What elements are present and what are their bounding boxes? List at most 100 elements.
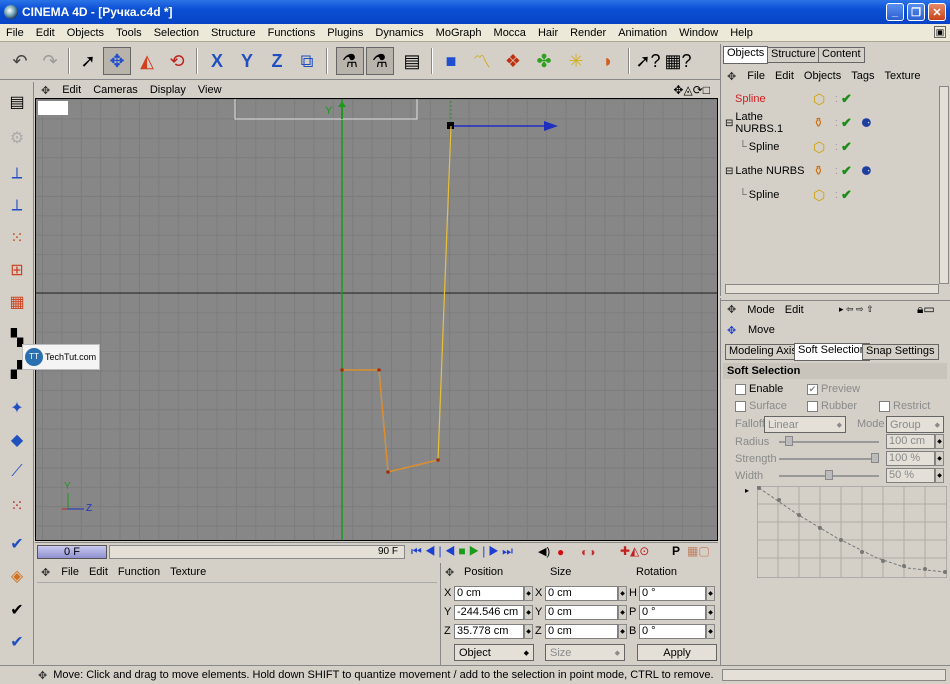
use-model-icon[interactable]: ⚙ (3, 124, 31, 152)
render-settings-icon[interactable]: ▤ (398, 47, 426, 75)
key-position-icon[interactable]: ✚◭⊙ (620, 544, 649, 558)
menu-hair[interactable]: Hair (532, 27, 564, 39)
coordinate-system-icon[interactable]: ⧉ (293, 47, 321, 75)
list-item[interactable]: Spline ⬡ ⁚ ✔ (735, 89, 935, 109)
tab-modeling-axis[interactable]: Modeling Axis (725, 344, 801, 360)
radius-spinner[interactable]: ◆ (935, 434, 944, 449)
menu-file[interactable]: File (0, 27, 30, 39)
enabled-check-icon[interactable]: ✔ (841, 139, 852, 155)
width-field[interactable]: 50 % (886, 468, 935, 483)
sound-icon[interactable]: ◀) (538, 545, 550, 558)
size-z-field[interactable]: 0 cm (545, 624, 618, 639)
size-x-field[interactable]: 0 cm (545, 586, 618, 601)
enable-axis-icon[interactable]: ✔ (3, 530, 31, 558)
rot-b-spinner[interactable]: ◆ (706, 624, 715, 639)
coordinate-mode-select[interactable]: Object ◆ (454, 644, 534, 661)
objmgr-menu-edit[interactable]: Edit (770, 70, 799, 82)
menu-edit[interactable]: Edit (30, 27, 61, 39)
size-z-spinner[interactable]: ◆ (618, 624, 627, 639)
help-info-icon[interactable]: ▦? (664, 47, 692, 75)
timeline-track[interactable] (109, 545, 405, 559)
expand-icon[interactable]: ⊟ (725, 118, 733, 129)
list-item[interactable]: └ Spline ⬡ ⁚ ✔ (739, 185, 939, 205)
animation-icon[interactable]: ✦ (3, 394, 31, 422)
strength-spinner[interactable]: ◆ (935, 451, 944, 466)
lock-icon[interactable]: 🔒︎▭ (917, 302, 935, 317)
strength-field[interactable]: 100 % (886, 451, 935, 466)
tab-structure[interactable]: Structure (767, 47, 820, 63)
coords-handle-icon[interactable]: ✥ (445, 566, 454, 579)
falloff-select[interactable]: Linear ◆ (764, 416, 846, 433)
rot-h-spinner[interactable]: ◆ (706, 586, 715, 601)
snap-icon[interactable]: ◈ (3, 562, 31, 590)
rot-h-field[interactable]: 0 ° (639, 586, 706, 601)
expand-icon[interactable]: ⊟ (725, 166, 733, 177)
list-item[interactable]: ⊟ Lathe NURBS.1 ⚱ ⁚ ✔ ⚈ (725, 111, 935, 135)
width-slider-thumb[interactable] (825, 470, 833, 480)
restrict-checkbox[interactable]: Restrict (879, 400, 930, 412)
object-list-hscrollbar[interactable] (725, 284, 939, 294)
menu-dynamics[interactable]: Dynamics (369, 27, 429, 39)
scene-icon[interactable]: ◗ (594, 47, 622, 75)
enabled-check-icon[interactable]: ✔ (841, 163, 852, 179)
falloff-curve-graph[interactable] (757, 486, 947, 578)
redo-icon[interactable]: ↷ (36, 47, 64, 75)
phong-tag-icon[interactable]: ⚈ (861, 116, 872, 130)
material-area[interactable] (37, 582, 437, 664)
enable-checkbox[interactable]: Enable (735, 383, 783, 395)
material-menu-edit[interactable]: Edit (84, 566, 113, 578)
objmgr-menu-tags[interactable]: Tags (846, 70, 879, 82)
restore-icon[interactable]: ▣ (934, 26, 946, 38)
objmgr-handle-icon[interactable]: ✥ (721, 70, 742, 83)
radius-field[interactable]: 100 cm (886, 434, 935, 449)
key-parameter-icon[interactable]: P (672, 544, 680, 558)
pos-x-spinner[interactable]: ◆ (524, 586, 533, 601)
menu-plugins[interactable]: Plugins (321, 27, 369, 39)
rot-p-spinner[interactable]: ◆ (706, 605, 715, 620)
menu-mocca[interactable]: Mocca (488, 27, 532, 39)
viewport-handle-icon[interactable]: ✥ (35, 84, 56, 97)
cube-primitive-icon[interactable]: ■ (437, 47, 465, 75)
visibility-dots-icon[interactable]: ⁚ (835, 167, 838, 176)
menu-objects[interactable]: Objects (61, 27, 110, 39)
menu-render[interactable]: Render (564, 27, 612, 39)
scale-tool-icon[interactable]: ◭ (133, 47, 161, 75)
menu-help[interactable]: Help (724, 27, 759, 39)
size-y-field[interactable]: 0 cm (545, 605, 618, 620)
expand-graph-icon[interactable]: ▸ (745, 486, 749, 495)
x-axis-lock-icon[interactable]: X (203, 47, 231, 75)
axis-mode-icon[interactable]: ⟂ (3, 192, 31, 220)
enabled-check-icon[interactable]: ✔ (841, 91, 852, 107)
help-cursor-icon[interactable]: ➚? (634, 47, 662, 75)
visibility-dots-icon[interactable]: ⁚ (835, 143, 838, 152)
attr-menu-edit[interactable]: Edit (780, 304, 809, 316)
record-icon[interactable]: ● (557, 545, 564, 559)
objmgr-menu-file[interactable]: File (742, 70, 770, 82)
radius-slider[interactable] (779, 441, 879, 443)
rubber-checkbox[interactable]: Rubber (807, 400, 857, 412)
menu-mograph[interactable]: MoGraph (430, 27, 488, 39)
tweak-icon[interactable]: ⟋ (3, 458, 31, 486)
layout-icon[interactable]: ▤ (3, 88, 31, 116)
material-handle-icon[interactable]: ✥ (35, 566, 56, 579)
size-y-spinner[interactable]: ◆ (618, 605, 627, 620)
strength-slider[interactable] (779, 458, 879, 460)
spline-icon[interactable]: 〽 (468, 47, 496, 75)
undo-icon[interactable]: ↶ (6, 47, 34, 75)
list-item[interactable]: └ Spline ⬡ ⁚ ✔ (739, 137, 939, 157)
attr-history-icons[interactable]: ▸ ⇦ ⇨ ⇧ (839, 304, 874, 315)
close-button[interactable]: ✕ (928, 3, 946, 21)
attr-menu-mode[interactable]: Mode (742, 304, 780, 316)
enabled-check-icon[interactable]: ✔ (841, 115, 852, 131)
surface-checkbox[interactable]: Surface (735, 400, 787, 412)
render-view-icon[interactable]: ⚗ (336, 47, 364, 75)
strength-slider-thumb[interactable] (871, 453, 879, 463)
viewport-menu-edit[interactable]: Edit (56, 84, 87, 96)
menu-window[interactable]: Window (673, 27, 724, 39)
points-mode-icon[interactable]: ⁙ (3, 224, 31, 252)
rotate-tool-icon[interactable]: ⟲ (163, 47, 191, 75)
workplane-icon[interactable]: ✔ (3, 596, 31, 624)
width-spinner[interactable]: ◆ (935, 468, 944, 483)
object-axis-icon[interactable]: ⟂ (3, 160, 31, 188)
visibility-dots-icon[interactable]: ⁚ (835, 191, 838, 200)
